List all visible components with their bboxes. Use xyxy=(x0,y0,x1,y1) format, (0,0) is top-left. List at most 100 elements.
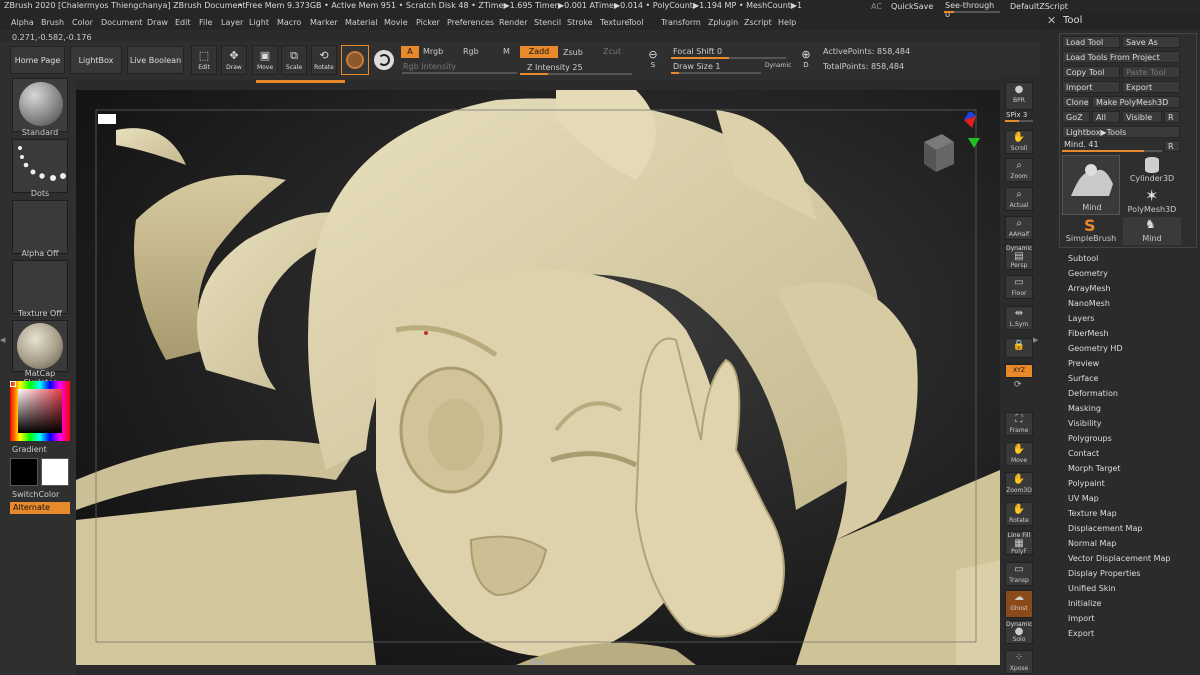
switchcolor-button[interactable]: SwitchColor xyxy=(12,490,59,499)
load-tools-from-project-button[interactable]: Load Tools From Project xyxy=(1062,51,1180,63)
canvas-scroll-arrows-icon[interactable]: ◣◢ xyxy=(531,656,543,665)
menu-document[interactable]: Document xyxy=(101,16,142,30)
floor-button[interactable]: ▭ Floor xyxy=(1005,275,1033,299)
goz-visible-button[interactable]: Visible xyxy=(1122,111,1162,123)
rotate-view-button[interactable]: ✋ Rotate xyxy=(1005,502,1033,526)
home-page-button[interactable]: Home Page xyxy=(10,46,65,74)
import-button[interactable]: Import xyxy=(1062,81,1120,93)
subpalette-polygroups[interactable]: Polygroups xyxy=(1068,434,1112,443)
subpalette-preview[interactable]: Preview xyxy=(1068,359,1099,368)
tool-thumb-polymesh3d[interactable]: ✶ PolyMesh3D xyxy=(1123,186,1181,216)
right-collapse-icon[interactable]: ▶ xyxy=(1033,336,1038,344)
tool-slider[interactable]: Mind. 41 xyxy=(1062,140,1162,152)
menu-tool[interactable]: Tool xyxy=(628,16,644,30)
d-toggle[interactable]: ⊕ D xyxy=(796,48,816,74)
ghost-button[interactable]: ☁ Ghost xyxy=(1005,590,1033,618)
draw-size-slider[interactable] xyxy=(671,60,761,74)
menu-macro[interactable]: Macro xyxy=(277,16,301,30)
tool-slider-r-button[interactable]: R xyxy=(1164,140,1180,152)
rgb-button[interactable]: Rgb xyxy=(463,47,479,56)
edit-button[interactable]: ⬚ Edit xyxy=(191,45,217,75)
subpalette-subtool[interactable]: Subtool xyxy=(1068,254,1098,263)
default-zscript-button[interactable]: DefaultZScript xyxy=(1010,2,1068,11)
see-through-slider[interactable]: See-through 0 xyxy=(944,1,1000,19)
quicksave-button[interactable]: QuickSave xyxy=(891,2,933,11)
tool-thumb-simplebrush[interactable]: S SimpleBrush xyxy=(1062,216,1120,245)
subpalette-layers[interactable]: Layers xyxy=(1068,314,1094,323)
subpalette-uv-map[interactable]: UV Map xyxy=(1068,494,1099,503)
menu-draw[interactable]: Draw xyxy=(147,16,168,30)
menu-picker[interactable]: Picker xyxy=(416,16,440,30)
navigation-cube[interactable] xyxy=(914,110,984,182)
dynamic-button[interactable]: Dynamic xyxy=(765,62,791,69)
stroke-selector[interactable] xyxy=(12,139,68,193)
subpalette-morph-target[interactable]: Morph Target xyxy=(1068,464,1121,473)
menu-color[interactable]: Color xyxy=(72,16,93,30)
a-toggle[interactable]: A xyxy=(401,46,419,58)
copy-tool-button[interactable]: Copy Tool xyxy=(1062,66,1120,78)
left-collapse-icon[interactable]: ◀ xyxy=(0,336,5,344)
subpalette-arraymesh[interactable]: ArrayMesh xyxy=(1068,284,1111,293)
solo-button[interactable]: Dynamic ● Solo xyxy=(1005,620,1033,644)
menu-help[interactable]: Help xyxy=(778,16,796,30)
move-button[interactable]: ▣ Move xyxy=(252,45,278,75)
color-picker[interactable] xyxy=(10,381,70,441)
zoom3d-button[interactable]: ✋ Zoom3D xyxy=(1005,472,1033,496)
lsym-button[interactable]: ⇹ L.Sym xyxy=(1005,306,1033,330)
subpalette-fibermesh[interactable]: FiberMesh xyxy=(1068,329,1109,338)
secondary-color-swatch[interactable] xyxy=(41,458,69,486)
frame-button[interactable]: ⛶ Frame xyxy=(1005,412,1033,436)
subpalette-surface[interactable]: Surface xyxy=(1068,374,1098,383)
s-toggle[interactable]: ⊖ S xyxy=(643,48,663,74)
rotate-button[interactable]: ⟲ Rotate xyxy=(311,45,337,75)
menu-layer[interactable]: Layer xyxy=(221,16,243,30)
color-saturation-square[interactable] xyxy=(18,389,62,433)
menu-brush[interactable]: Brush xyxy=(41,16,64,30)
zsub-button[interactable]: Zsub xyxy=(563,48,583,57)
move-view-button[interactable]: ✋ Move xyxy=(1005,442,1033,466)
material-selector[interactable] xyxy=(12,320,68,372)
save-as-button[interactable]: Save As xyxy=(1122,36,1180,48)
subpalette-import[interactable]: Import xyxy=(1068,614,1095,623)
z-intensity-slider[interactable] xyxy=(520,61,632,75)
scale-button[interactable]: ⧉ Scale xyxy=(281,45,307,75)
menu-edit[interactable]: Edit xyxy=(175,16,191,30)
tool-thumb-cylinder3d[interactable]: Cylinder3D xyxy=(1123,155,1181,185)
menu-stroke[interactable]: Stroke xyxy=(567,16,593,30)
menu-marker[interactable]: Marker xyxy=(310,16,338,30)
zcut-button[interactable]: Zcut xyxy=(603,47,621,56)
paste-tool-button[interactable]: Paste Tool xyxy=(1122,66,1180,78)
export-button[interactable]: Export xyxy=(1122,81,1180,93)
subpalette-initialize[interactable]: Initialize xyxy=(1068,599,1101,608)
menu-transform[interactable]: Transform xyxy=(661,16,701,30)
goz-r-button[interactable]: R xyxy=(1164,111,1180,123)
xyz-button[interactable]: XYZ xyxy=(1005,364,1033,378)
menu-light[interactable]: Light xyxy=(249,16,269,30)
menu-stencil[interactable]: Stencil xyxy=(534,16,561,30)
zadd-button[interactable]: Zadd xyxy=(520,46,558,58)
bpr-button[interactable]: ● BPR xyxy=(1005,82,1033,110)
menu-zplugin[interactable]: Zplugin xyxy=(708,16,738,30)
gyro-sphere-icon[interactable] xyxy=(374,50,394,70)
subpalette-polypaint[interactable]: Polypaint xyxy=(1068,479,1105,488)
tool-thumb-mind-2[interactable]: ♞ Mind xyxy=(1123,217,1181,245)
alpha-selector[interactable] xyxy=(12,200,68,254)
subpalette-export[interactable]: Export xyxy=(1068,629,1094,638)
subpalette-displacement-map[interactable]: Displacement Map xyxy=(1068,524,1142,533)
subpalette-visibility[interactable]: Visibility xyxy=(1068,419,1102,428)
ac-button[interactable]: AC xyxy=(871,2,882,11)
xpose-button[interactable]: ⁘ Xpose xyxy=(1005,650,1033,674)
focal-shift-slider[interactable] xyxy=(671,45,786,59)
main-color-swatch[interactable] xyxy=(10,458,38,486)
scroll-button[interactable]: ✋ Scroll xyxy=(1005,130,1033,154)
subpalette-contact[interactable]: Contact xyxy=(1068,449,1099,458)
lightbox-button[interactable]: LightBox xyxy=(70,46,122,74)
tool-thumb-mind[interactable]: Mind xyxy=(1062,155,1120,215)
subpalette-unified-skin[interactable]: Unified Skin xyxy=(1068,584,1116,593)
live-boolean-button[interactable]: Live Boolean xyxy=(127,46,184,74)
subpalette-geometry-hd[interactable]: Geometry HD xyxy=(1068,344,1123,353)
spix-slider[interactable]: SPix 3 xyxy=(1006,111,1027,119)
transp-button[interactable]: ▭ Transp xyxy=(1005,562,1033,586)
menu-material[interactable]: Material xyxy=(345,16,378,30)
make-polymesh3d-button[interactable]: Make PolyMesh3D xyxy=(1092,96,1180,108)
